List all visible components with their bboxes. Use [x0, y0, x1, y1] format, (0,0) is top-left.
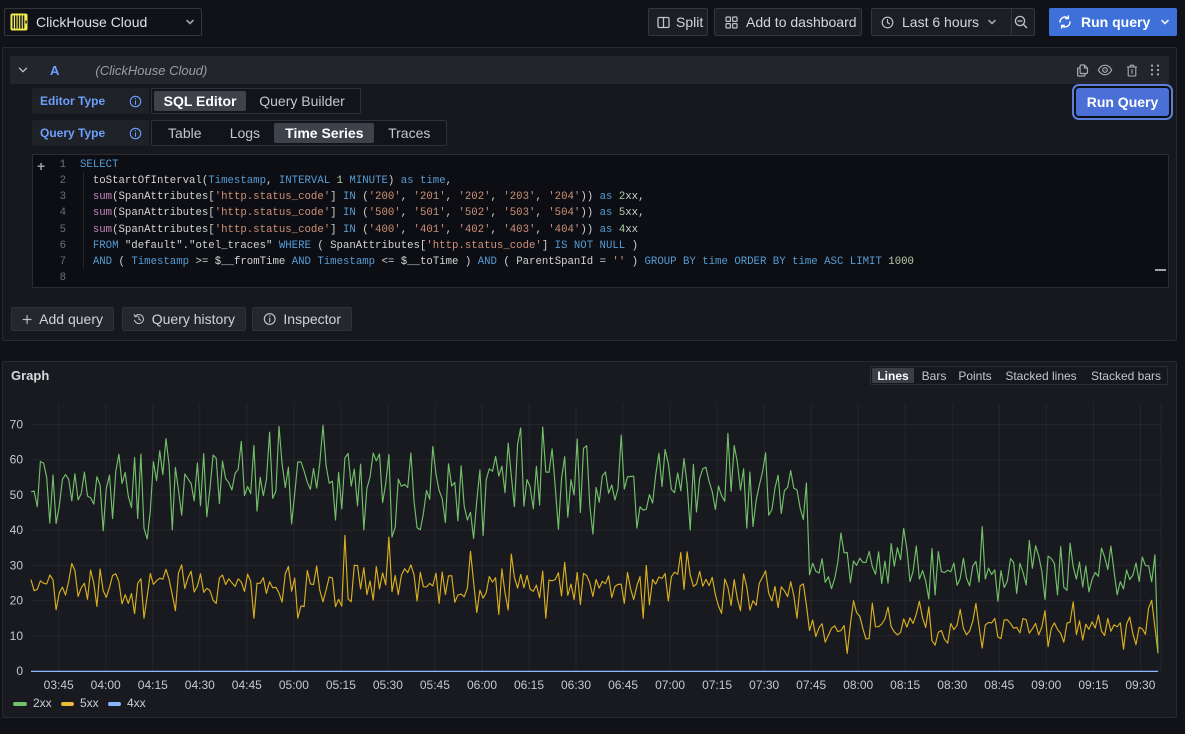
svg-text:10: 10: [10, 629, 24, 643]
svg-text:05:45: 05:45: [420, 678, 450, 692]
svg-text:05:15: 05:15: [326, 678, 356, 692]
svg-text:06:00: 06:00: [467, 678, 497, 692]
svg-text:09:00: 09:00: [1031, 678, 1061, 692]
svg-text:07:45: 07:45: [796, 678, 826, 692]
svg-text:50: 50: [10, 488, 24, 502]
svg-text:07:00: 07:00: [655, 678, 685, 692]
svg-text:60: 60: [10, 453, 24, 467]
svg-text:06:30: 06:30: [561, 678, 591, 692]
svg-text:07:15: 07:15: [702, 678, 732, 692]
svg-text:05:30: 05:30: [373, 678, 403, 692]
svg-text:30: 30: [10, 558, 24, 572]
svg-text:08:00: 08:00: [843, 678, 873, 692]
svg-text:04:00: 04:00: [91, 678, 121, 692]
svg-text:20: 20: [10, 594, 24, 608]
svg-text:0: 0: [16, 664, 23, 678]
svg-text:70: 70: [10, 418, 24, 432]
svg-text:40: 40: [10, 523, 24, 537]
svg-text:04:15: 04:15: [138, 678, 168, 692]
svg-text:09:15: 09:15: [1078, 678, 1108, 692]
svg-text:09:30: 09:30: [1125, 678, 1155, 692]
svg-text:07:30: 07:30: [749, 678, 779, 692]
svg-text:08:15: 08:15: [890, 678, 920, 692]
svg-text:04:45: 04:45: [232, 678, 262, 692]
svg-text:08:30: 08:30: [937, 678, 967, 692]
svg-text:06:45: 06:45: [608, 678, 638, 692]
svg-text:03:45: 03:45: [44, 678, 74, 692]
svg-text:08:45: 08:45: [984, 678, 1014, 692]
svg-text:05:00: 05:00: [279, 678, 309, 692]
svg-text:04:30: 04:30: [185, 678, 215, 692]
svg-text:06:15: 06:15: [514, 678, 544, 692]
